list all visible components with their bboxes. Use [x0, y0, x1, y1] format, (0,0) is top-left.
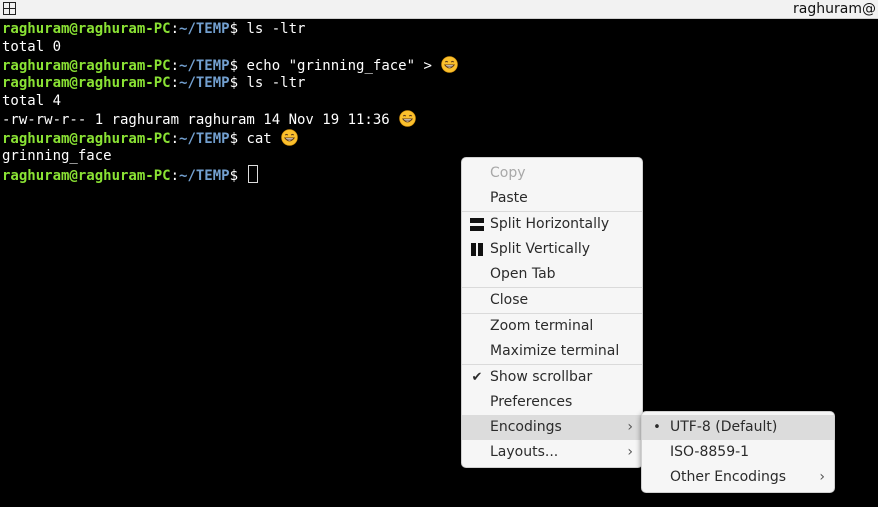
output-text: total 0: [2, 39, 62, 56]
grinning-face-emoji: [281, 128, 298, 146]
prompt-path: ~/TEMP: [179, 21, 230, 37]
prompt-dollar: $: [229, 21, 247, 37]
menu-item-label: Split Horizontally: [490, 216, 610, 232]
prompt-dollar: $: [229, 58, 247, 75]
terminal-cursor[interactable]: [248, 164, 259, 183]
output-text: -rw-rw-r-- 1 raghuram raghuram 14 Nov 19…: [2, 112, 399, 129]
menu-item-split-horizontally[interactable]: Split Horizontally: [462, 212, 642, 237]
prompt-separator: :: [170, 58, 180, 75]
prompt-dollar: $: [229, 75, 247, 92]
prompt-line: raghuram@raghuram-PC:~/TEMP$ echo "grinn…: [2, 56, 876, 74]
command-text: cat: [246, 130, 281, 147]
encodings-submenu: • UTF-8 (Default) ISO-8859-1 Other Encoding…: [641, 411, 835, 493]
menu-item-label: Paste: [490, 190, 528, 206]
prompt-path: ~/TEMP: [179, 58, 230, 75]
output-text: grinning_face: [2, 147, 112, 164]
menu-item-zoom-terminal[interactable]: Zoom terminal: [462, 314, 642, 339]
checkmark-icon: ✔: [471, 370, 483, 385]
menu-item-close[interactable]: Close: [462, 288, 642, 313]
menu-item-label: Maximize terminal: [490, 343, 620, 359]
prompt-separator: :: [170, 75, 180, 92]
menu-item-copy: Copy: [462, 161, 642, 186]
menu-item-open-tab[interactable]: Open Tab: [462, 262, 642, 287]
menu-item-label: Preferences: [490, 394, 573, 410]
menu-item-preferences[interactable]: Preferences: [462, 390, 642, 415]
prompt-separator: :: [170, 130, 180, 147]
grinning-face-emoji: [441, 56, 459, 73]
chevron-right-icon: ›: [819, 469, 825, 485]
prompt-user: raghuram@raghuram-PC: [2, 75, 171, 92]
window-titlebar: raghuram@: [0, 0, 878, 19]
prompt-user: raghuram@raghuram-PC: [2, 58, 171, 75]
menu-item-label: Zoom terminal: [490, 318, 594, 334]
menu-item-label: Open Tab: [490, 266, 556, 282]
output-line: grinning_face: [2, 147, 876, 165]
prompt-separator: :: [170, 167, 180, 184]
prompt-user: raghuram@raghuram-PC: [2, 167, 171, 184]
prompt-line: raghuram@raghuram-PC:~/TEMP$ cat: [2, 128, 876, 147]
split-vertical-icon: [470, 243, 484, 256]
prompt-path: ~/TEMP: [179, 130, 230, 147]
prompt-user: raghuram@raghuram-PC: [2, 21, 171, 37]
menu-item-split-vertically[interactable]: Split Vertically: [462, 237, 642, 262]
grinning-face-emoji: [399, 110, 416, 128]
prompt-line: raghuram@raghuram-PC:~/TEMP$: [2, 164, 876, 184]
menu-item-label: Other Encodings: [670, 469, 787, 485]
encoding-item-utf-8-default[interactable]: • UTF-8 (Default): [642, 415, 834, 440]
split-horizontal-icon: [470, 218, 484, 231]
context-menu: Copy Paste Split Horizontally Split Vertica…: [461, 157, 643, 468]
prompt-line: raghuram@raghuram-PC:~/TEMP$ ls -ltr: [2, 20, 876, 38]
menu-item-label: Split Vertically: [490, 241, 591, 257]
output-line: total 0: [2, 38, 876, 56]
prompt-line: raghuram@raghuram-PC:~/TEMP$ ls -ltr: [2, 74, 876, 92]
window-title: raghuram@: [793, 1, 876, 17]
menu-item-label: Layouts...: [490, 444, 559, 460]
chevron-right-icon: ›: [627, 444, 633, 460]
menu-item-layouts[interactable]: Layouts... ›: [462, 440, 642, 465]
menu-item-encodings[interactable]: Encodings ›: [462, 415, 642, 440]
terminator-grid-icon[interactable]: [3, 2, 16, 15]
output-text: total 4: [2, 93, 62, 110]
encoding-item-iso-8859-1[interactable]: ISO-8859-1: [642, 440, 834, 465]
menu-item-show-scrollbar[interactable]: ✔ Show scrollbar: [462, 365, 642, 390]
menu-item-label: ISO-8859-1: [670, 444, 750, 460]
prompt-path: ~/TEMP: [179, 167, 230, 184]
command-text: echo "grinning_face" >: [246, 58, 441, 75]
command-text: ls -ltr: [246, 21, 306, 37]
menu-item-label: Show scrollbar: [490, 369, 593, 385]
menu-item-label: Copy: [490, 165, 526, 181]
prompt-separator: :: [170, 21, 180, 37]
menu-item-maximize-terminal[interactable]: Maximize terminal: [462, 339, 642, 364]
output-line: total 4: [2, 92, 876, 110]
radio-dot-icon: •: [653, 420, 661, 435]
command-text: ls -ltr: [246, 75, 306, 92]
menu-item-paste[interactable]: Paste: [462, 186, 642, 211]
prompt-dollar: $: [229, 167, 247, 184]
menu-item-label: UTF-8 (Default): [670, 419, 778, 435]
chevron-right-icon: ›: [627, 419, 633, 435]
output-line: -rw-rw-r-- 1 raghuram raghuram 14 Nov 19…: [2, 110, 876, 128]
menu-item-label: Close: [490, 292, 529, 308]
menu-item-label: Encodings: [490, 419, 562, 435]
prompt-path: ~/TEMP: [179, 75, 230, 92]
encoding-item-other-encodings[interactable]: Other Encodings ›: [642, 465, 834, 490]
prompt-dollar: $: [229, 130, 247, 147]
prompt-user: raghuram@raghuram-PC: [2, 130, 171, 147]
